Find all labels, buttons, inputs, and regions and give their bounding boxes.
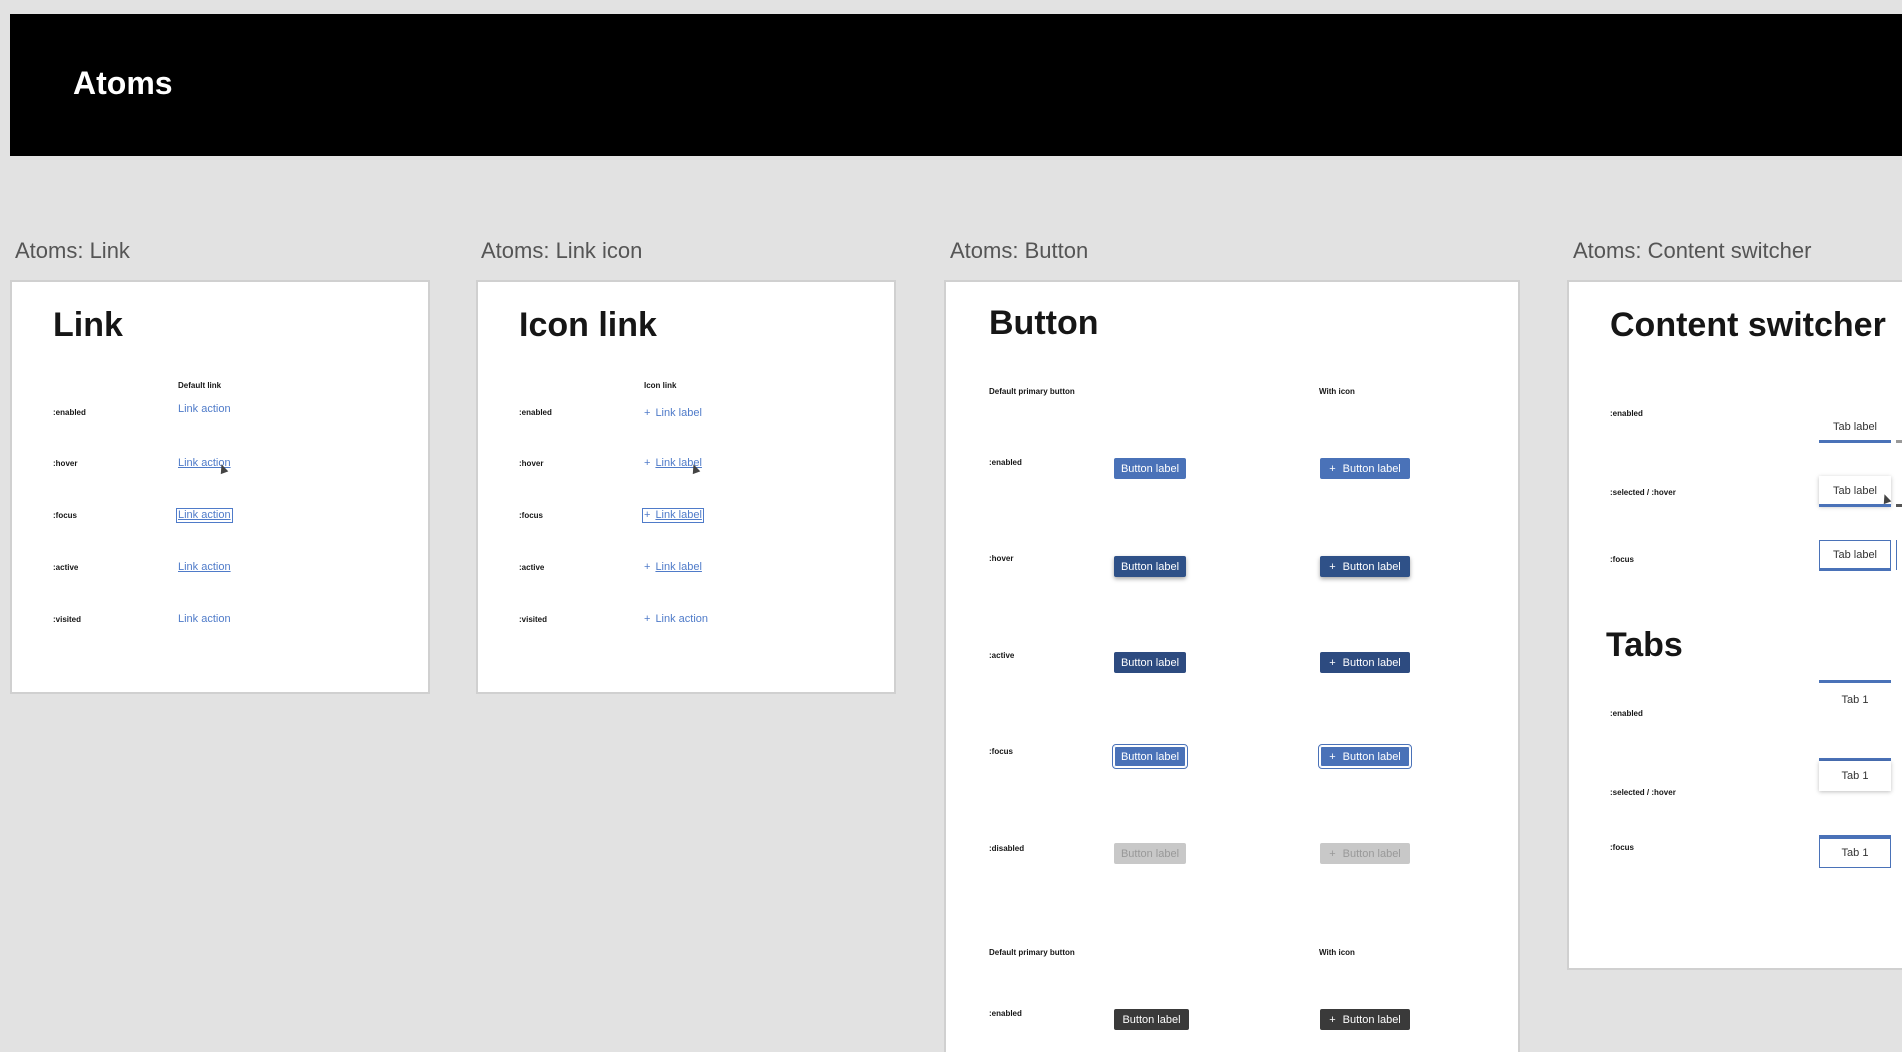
card-title: Button — [989, 304, 1099, 342]
card-title: Icon link — [519, 306, 657, 344]
icon-button-hover[interactable]: + Button label — [1320, 556, 1410, 577]
button-label: Button label — [1342, 656, 1401, 669]
state-label: :selected / :hover — [1610, 488, 1676, 497]
state-label: :focus — [519, 511, 543, 520]
header-banner: Atoms — [10, 14, 1902, 156]
button-card: Button Default primary button With icon … — [944, 280, 1520, 1052]
button-label: Button label — [1342, 750, 1401, 763]
state-label: :hover — [53, 459, 78, 468]
tab-1-enabled[interactable]: Tab 1 — [1819, 685, 1891, 715]
column-header: With icon — [1319, 948, 1355, 957]
link-active[interactable]: Link action — [178, 562, 231, 573]
button-enabled[interactable]: Button label — [1114, 458, 1186, 479]
card-title: Content switcher — [1610, 306, 1886, 344]
link-enabled[interactable]: Link action — [178, 404, 231, 415]
plus-icon: + — [1329, 560, 1336, 573]
icon-button-active[interactable]: + Button label — [1320, 652, 1410, 673]
plus-icon: + — [1329, 462, 1336, 475]
state-label: :focus — [53, 511, 77, 520]
state-label: :focus — [1610, 843, 1634, 852]
state-label: :enabled — [1610, 409, 1643, 418]
button-focus[interactable]: Button label — [1112, 744, 1188, 769]
state-label: :focus — [1610, 555, 1634, 564]
state-label: :enabled — [519, 408, 552, 417]
state-label: :hover — [519, 459, 544, 468]
column-header: Icon link — [644, 381, 677, 390]
plus-icon: + — [644, 561, 651, 573]
selected-indicator — [1896, 504, 1902, 507]
plus-icon: + — [644, 457, 651, 469]
link-label: Link label — [655, 561, 702, 573]
selected-indicator — [1819, 440, 1891, 443]
column-header: Default primary button — [989, 387, 1075, 396]
icon-link-focus[interactable]: + Link label — [642, 508, 704, 523]
state-label: :visited — [53, 615, 82, 624]
tab-1-hover[interactable]: Tab 1 — [1819, 761, 1891, 791]
icon-link-enabled[interactable]: + Link label — [644, 408, 702, 419]
tab-indicator — [1819, 680, 1891, 683]
column-header: Default primary button — [989, 948, 1075, 957]
state-label: :hover — [989, 554, 1014, 563]
icon-link-active[interactable]: + Link label — [644, 562, 702, 573]
icon-button-enabled[interactable]: + Button label — [1320, 458, 1410, 479]
state-label: :active — [519, 563, 545, 572]
content-switcher-card: Content switcher :enabled :selected / :h… — [1567, 280, 1902, 970]
link-label: Link label — [655, 509, 702, 521]
button-dark-enabled[interactable]: Button label — [1114, 1009, 1189, 1030]
tabs-title: Tabs — [1606, 626, 1683, 664]
column-header: Default link — [178, 381, 222, 390]
frame-label-content-switcher[interactable]: Atoms: Content switcher — [1573, 240, 1811, 262]
plus-icon: + — [1329, 1013, 1336, 1026]
state-label: :disabled — [989, 844, 1025, 853]
link-label: Link action — [655, 613, 709, 625]
link-card: Link Default link :enabled :hover :focus… — [10, 280, 430, 694]
link-label: Link label — [655, 407, 702, 419]
button-label: Button label — [1342, 462, 1401, 475]
switcher-tab-enabled[interactable]: Tab label — [1819, 412, 1891, 442]
selected-indicator — [1819, 568, 1891, 571]
selected-indicator — [1819, 504, 1891, 507]
state-label: :visited — [519, 615, 548, 624]
plus-icon: + — [1329, 656, 1336, 669]
plus-icon: + — [644, 613, 651, 625]
tab-1-focus[interactable]: Tab 1 — [1819, 838, 1891, 868]
state-label: :enabled — [989, 458, 1022, 467]
page-title: Atoms — [73, 65, 173, 101]
state-label: :enabled — [1610, 709, 1643, 718]
button-hover[interactable]: Button label — [1114, 556, 1186, 577]
state-label: :selected / :hover — [1610, 788, 1676, 797]
frame-label-link-icon[interactable]: Atoms: Link icon — [481, 240, 642, 262]
button-label: Button label — [1342, 560, 1401, 573]
state-label: :active — [989, 651, 1015, 660]
icon-link-visited[interactable]: + Link action — [644, 614, 708, 625]
button-active[interactable]: Button label — [1114, 652, 1186, 673]
button-label: Button label — [1342, 847, 1401, 860]
switcher-tab-focus[interactable]: Tab label — [1819, 540, 1891, 570]
state-label: :enabled — [989, 1009, 1022, 1018]
state-label: :enabled — [53, 408, 86, 417]
button-label: Button label — [1342, 1013, 1401, 1026]
icon-button-focus[interactable]: + Button label — [1318, 744, 1412, 769]
frame-label-button[interactable]: Atoms: Button — [950, 240, 1088, 262]
selected-indicator — [1896, 540, 1897, 570]
state-label: :active — [53, 563, 79, 572]
card-title: Link — [53, 306, 123, 344]
plus-icon: + — [1329, 847, 1336, 860]
selected-indicator — [1896, 440, 1902, 443]
state-label: :focus — [989, 747, 1013, 756]
icon-link-card: Icon link Icon link :enabled :hover :foc… — [476, 280, 896, 694]
link-focus[interactable]: Link action — [176, 508, 233, 523]
column-header: With icon — [1319, 387, 1355, 396]
switcher-tab-hover[interactable]: Tab label — [1819, 476, 1891, 506]
link-visited[interactable]: Link action — [178, 614, 231, 625]
frame-label-link[interactable]: Atoms: Link — [15, 240, 130, 262]
plus-icon: + — [1329, 750, 1336, 763]
plus-icon: + — [644, 407, 651, 419]
plus-icon: + — [644, 509, 651, 521]
icon-button-disabled: + Button label — [1320, 843, 1410, 864]
button-disabled: Button label — [1114, 843, 1186, 864]
icon-button-dark-enabled[interactable]: + Button label — [1320, 1009, 1410, 1030]
